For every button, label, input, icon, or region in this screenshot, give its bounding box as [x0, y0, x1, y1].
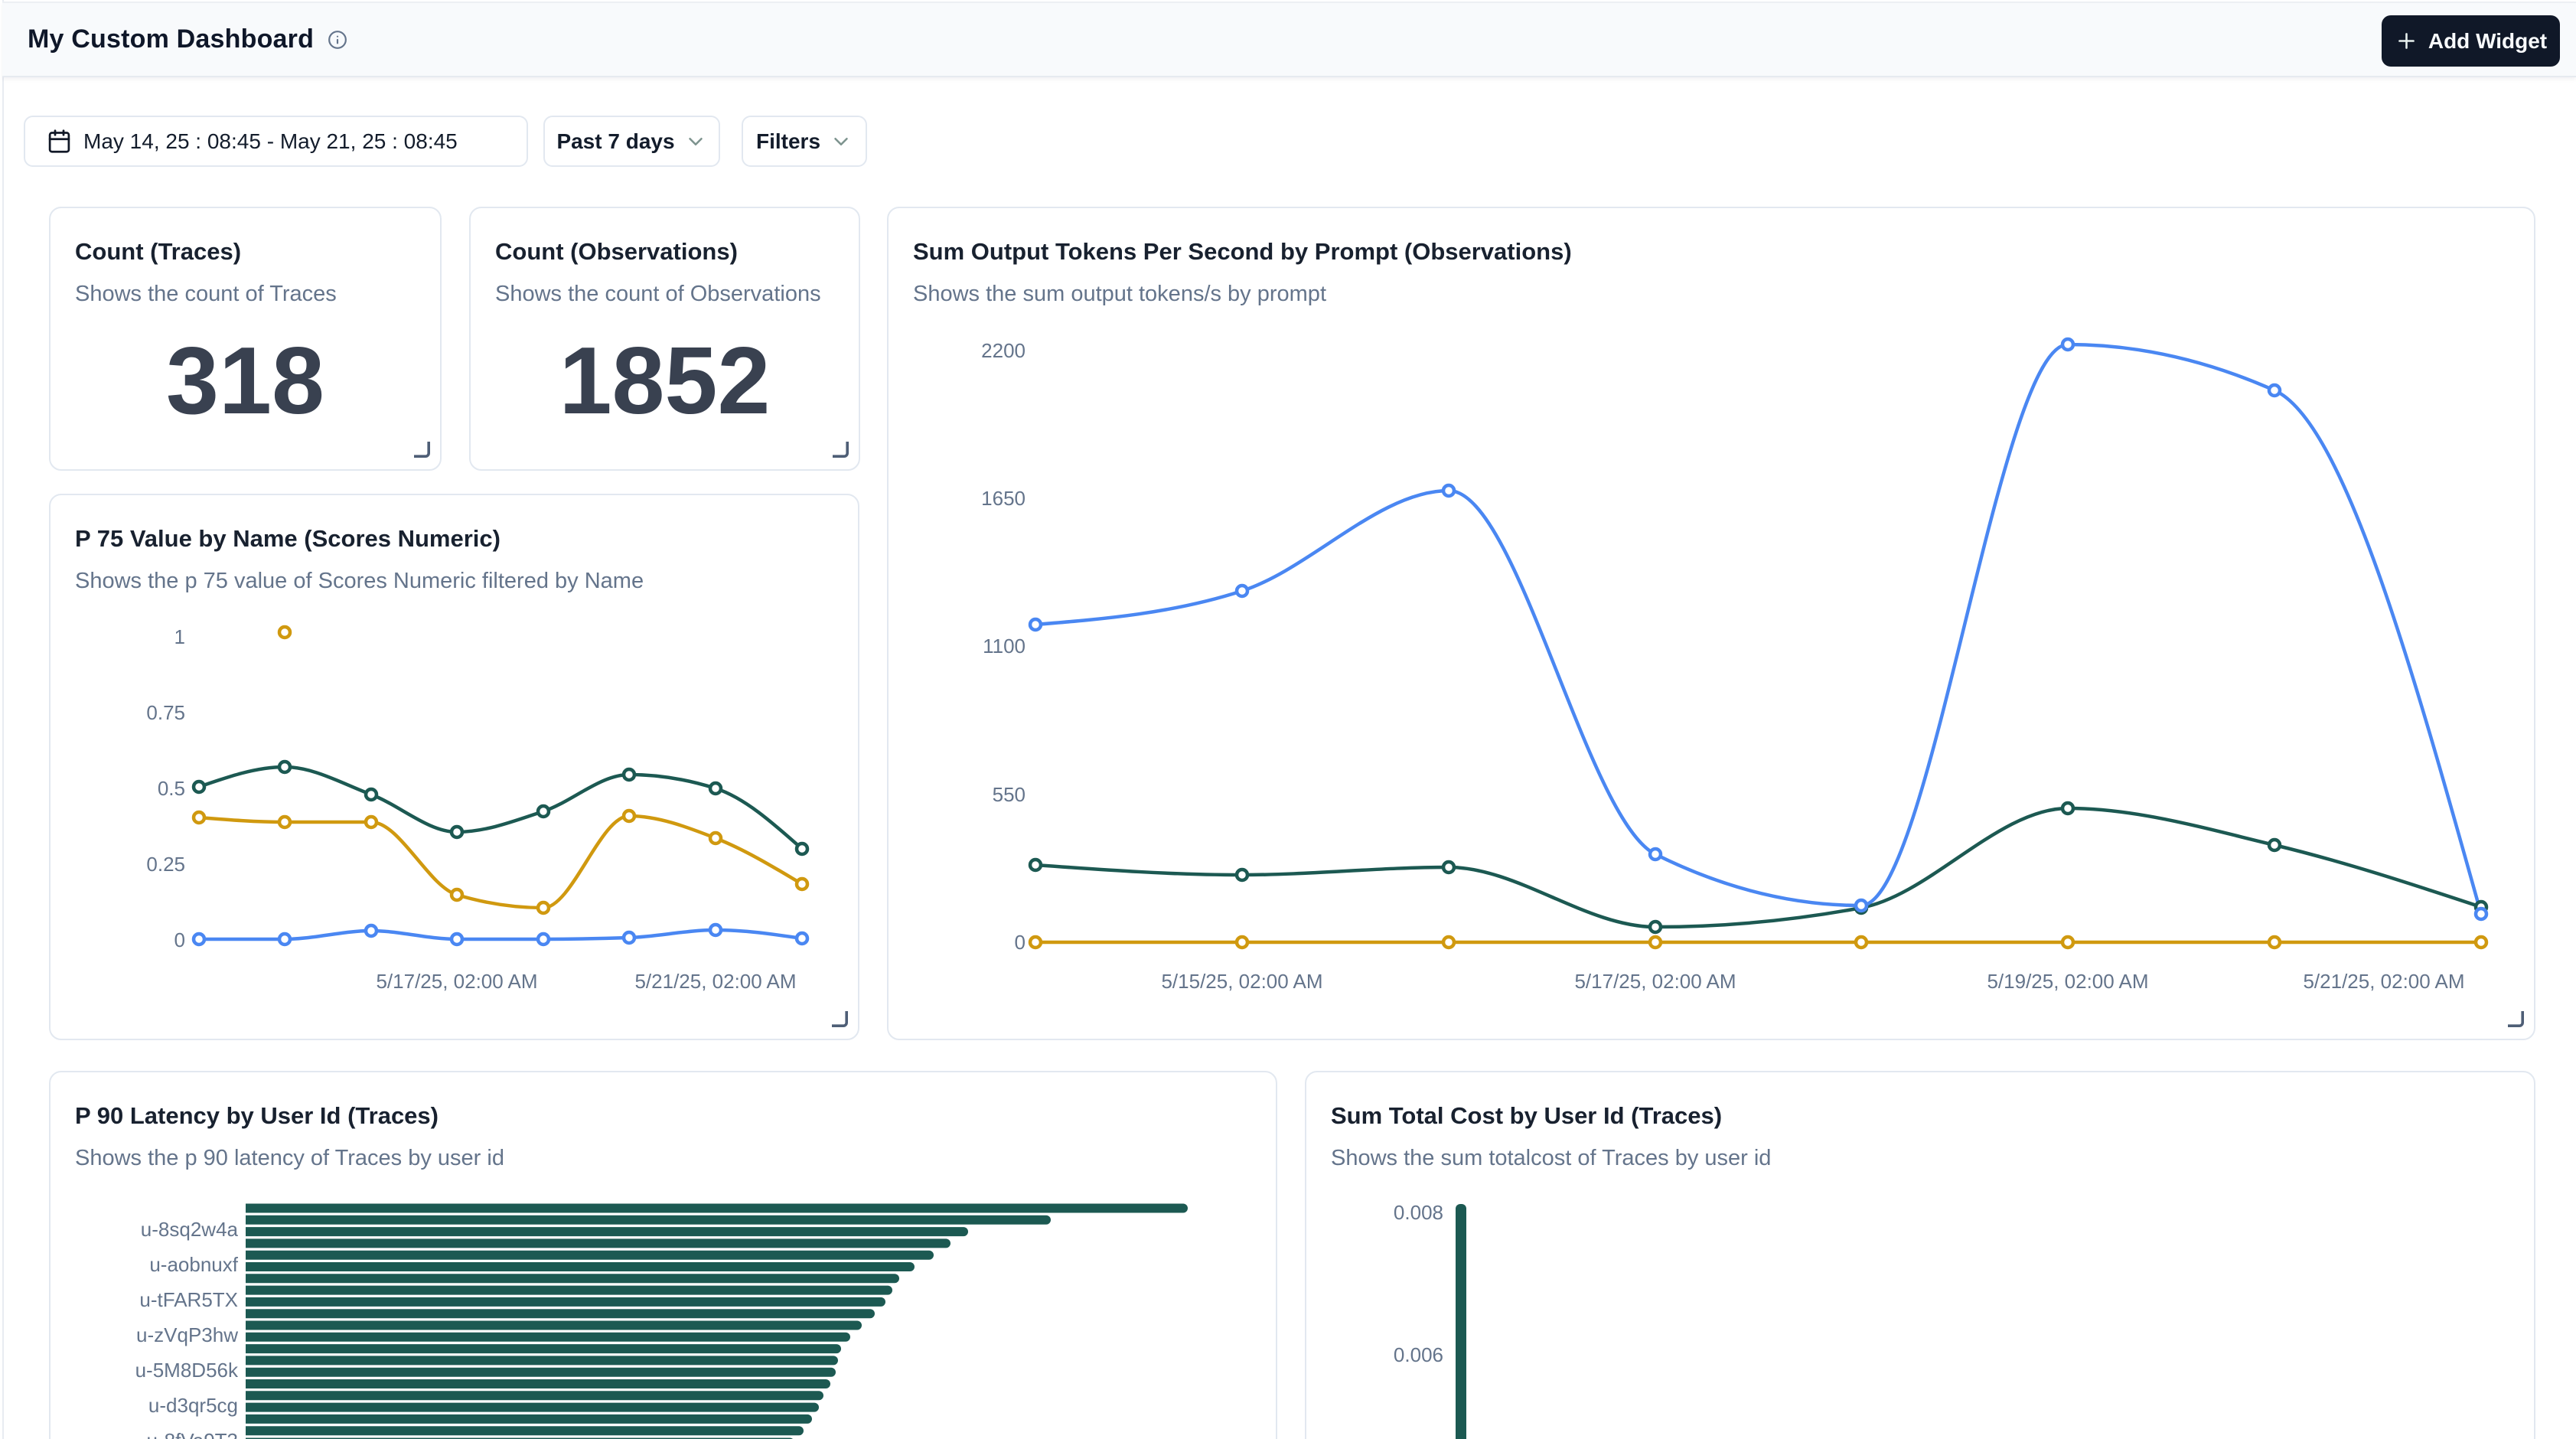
svg-text:0.25: 0.25 [146, 853, 185, 876]
svg-text:u-8sq2w4a: u-8sq2w4a [141, 1218, 239, 1241]
svg-text:0.006: 0.006 [1394, 1343, 1443, 1366]
svg-text:5/21/25, 02:00 AM: 5/21/25, 02:00 AM [2303, 970, 2464, 993]
svg-text:5/21/25, 02:00 AM: 5/21/25, 02:00 AM [634, 970, 796, 993]
svg-text:2200: 2200 [981, 339, 1026, 362]
svg-text:0.008: 0.008 [1394, 1201, 1443, 1224]
svg-text:u-8fVa9T3: u-8fVa9T3 [147, 1429, 238, 1439]
svg-text:0.5: 0.5 [158, 777, 185, 800]
svg-text:u-d3qr5cg: u-d3qr5cg [148, 1394, 238, 1417]
svg-text:0: 0 [174, 928, 185, 951]
svg-text:0: 0 [1015, 931, 1026, 954]
svg-text:1: 1 [174, 625, 185, 648]
svg-text:u-aobnuxf: u-aobnuxf [149, 1253, 238, 1276]
svg-text:5/19/25, 02:00 AM: 5/19/25, 02:00 AM [1987, 970, 2148, 993]
svg-text:550: 550 [993, 783, 1026, 806]
svg-text:5/17/25, 02:00 AM: 5/17/25, 02:00 AM [1574, 970, 1736, 993]
svg-text:u-zVqP3hw: u-zVqP3hw [136, 1323, 238, 1346]
svg-text:1650: 1650 [981, 487, 1026, 510]
svg-text:1100: 1100 [983, 635, 1026, 658]
svg-text:5/15/25, 02:00 AM: 5/15/25, 02:00 AM [1161, 970, 1322, 993]
svg-text:0.75: 0.75 [146, 701, 185, 724]
svg-text:u-5M8D56k: u-5M8D56k [135, 1359, 239, 1382]
svg-text:5/17/25, 02:00 AM: 5/17/25, 02:00 AM [376, 970, 537, 993]
svg-text:u-tFAR5TX: u-tFAR5TX [139, 1288, 238, 1311]
